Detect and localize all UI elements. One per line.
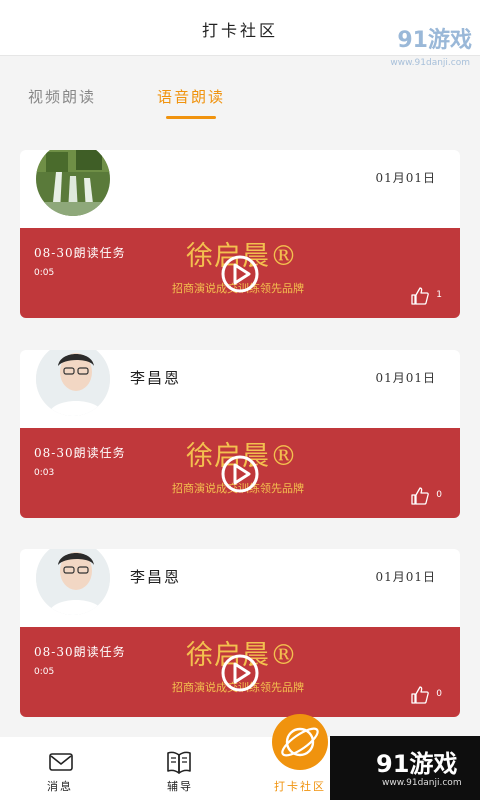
post-card[interactable]: 李昌恩 01月01日 08-30朗读任务 0:03 徐启晨® 招商演说成交训练领… xyxy=(20,350,460,518)
watermark-logo-top: 91游戏 xyxy=(397,28,472,53)
tab-bar: 视频朗读 语音朗读 xyxy=(0,56,480,126)
active-tab-indicator xyxy=(166,116,216,119)
nav-tutoring[interactable]: 辅导 xyxy=(120,737,240,800)
person-photo-icon xyxy=(36,549,110,615)
nav-messages[interactable]: 消息 xyxy=(0,737,120,800)
planet-icon xyxy=(281,727,319,757)
duration: 0:03 xyxy=(34,468,55,478)
watermark-banner: 91游戏 www.91danji.com xyxy=(330,736,480,800)
post-author: 李昌恩 xyxy=(130,369,182,387)
task-title: 08-30朗读任务 xyxy=(34,446,126,460)
play-icon[interactable] xyxy=(220,653,260,693)
like-count: 0 xyxy=(436,490,442,500)
like-count: 1 xyxy=(436,290,442,300)
watermark-site-bottom: www.91danji.com xyxy=(382,778,462,788)
post-author: 李昌恩 xyxy=(130,568,182,586)
book-icon xyxy=(167,751,191,774)
audio-player[interactable]: 08-30朗读任务 0:05 徐启晨® 招商演说成交训练领先品牌 0 xyxy=(20,627,460,717)
thumbs-up-icon[interactable] xyxy=(410,486,430,506)
like-count: 0 xyxy=(436,689,442,699)
waterfall-photo-icon xyxy=(36,150,110,216)
play-icon[interactable] xyxy=(220,254,260,294)
audio-player[interactable]: 08-30朗读任务 0:03 徐启晨® 招商演说成交训练领先品牌 0 xyxy=(20,428,460,518)
watermark-logo-bottom: 91游戏 xyxy=(376,750,458,778)
post-date: 01月01日 xyxy=(375,371,436,385)
post-date: 01月01日 xyxy=(375,171,436,185)
nav-label-tutoring: 辅导 xyxy=(167,780,193,793)
play-icon[interactable] xyxy=(220,454,260,494)
tab-video-reading[interactable]: 视频朗读 xyxy=(28,86,96,107)
avatar[interactable] xyxy=(36,549,110,615)
task-title: 08-30朗读任务 xyxy=(34,246,126,260)
avatar[interactable] xyxy=(36,350,110,416)
envelope-icon xyxy=(49,753,73,771)
avatar[interactable] xyxy=(36,150,110,216)
nav-active-badge[interactable] xyxy=(272,714,328,770)
person-photo-icon xyxy=(36,350,110,416)
tab-audio-reading[interactable]: 语音朗读 xyxy=(157,86,225,107)
thumbs-up-icon[interactable] xyxy=(410,286,430,306)
task-title: 08-30朗读任务 xyxy=(34,645,126,659)
post-date: 01月01日 xyxy=(375,570,436,584)
audio-player[interactable]: 08-30朗读任务 0:05 徐启晨® 招商演说成交训练领先品牌 1 xyxy=(20,228,460,318)
duration: 0:05 xyxy=(34,667,55,677)
duration: 0:05 xyxy=(34,268,55,278)
post-card[interactable]: 李昌恩 01月01日 08-30朗读任务 0:05 徐启晨® 招商演说成交训练领… xyxy=(20,549,460,717)
post-card[interactable]: 01月01日 08-30朗读任务 0:05 徐启晨® 招商演说成交训练领先品牌 … xyxy=(20,150,460,318)
thumbs-up-icon[interactable] xyxy=(410,685,430,705)
nav-label-messages: 消息 xyxy=(47,780,73,793)
